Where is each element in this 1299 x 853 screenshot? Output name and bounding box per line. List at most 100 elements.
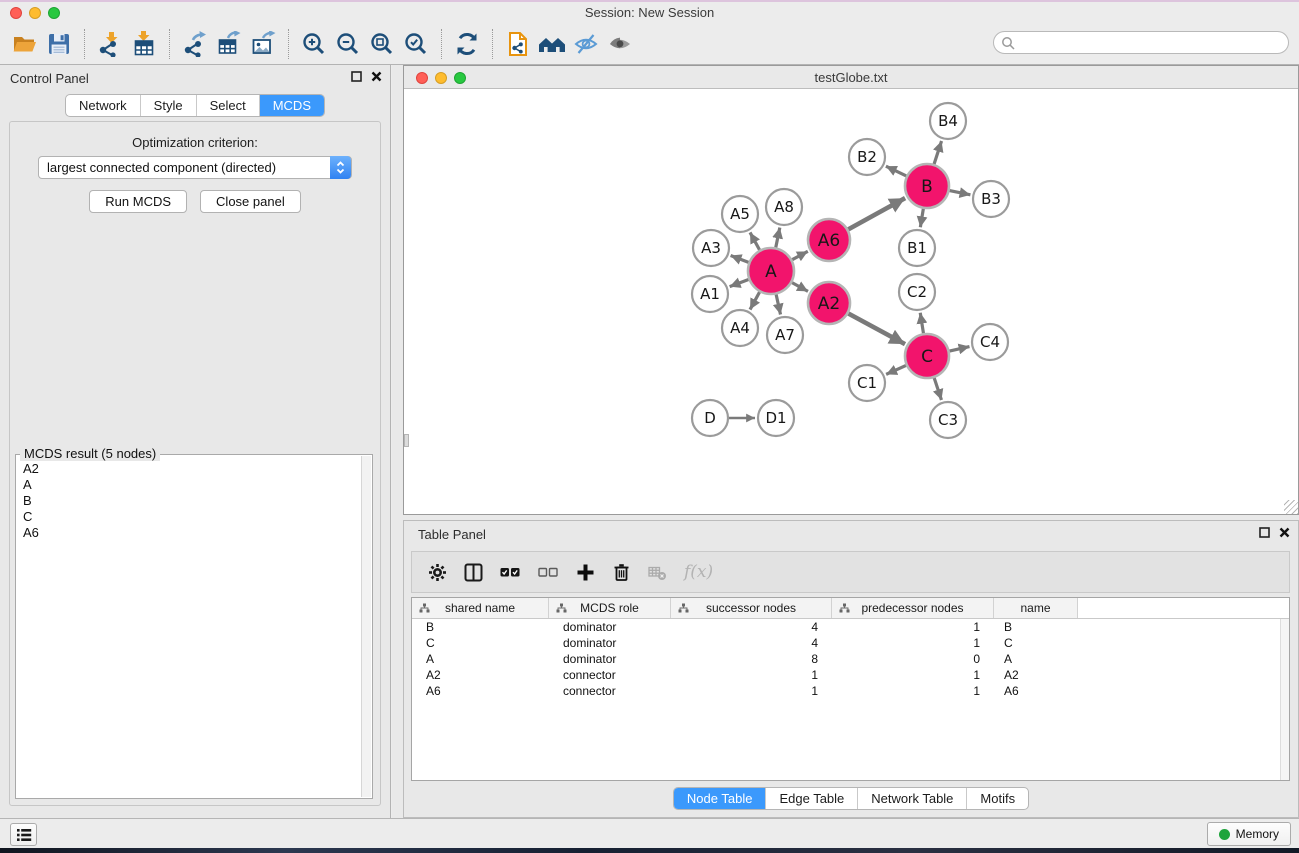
home-view-button[interactable] bbox=[535, 27, 569, 61]
graph-node-A5[interactable]: A5 bbox=[722, 196, 758, 232]
graph-node-B1[interactable]: B1 bbox=[899, 230, 935, 266]
tab-network[interactable]: Network bbox=[66, 95, 140, 116]
column-header-predecessor-nodes[interactable]: predecessor nodes bbox=[832, 598, 994, 618]
graph-edge-B-B3[interactable] bbox=[950, 191, 971, 195]
save-session-button[interactable] bbox=[42, 27, 76, 61]
zoom-selected-button[interactable] bbox=[399, 27, 433, 61]
tab-select[interactable]: Select bbox=[196, 95, 259, 116]
import-network-button[interactable] bbox=[93, 27, 127, 61]
table-row[interactable]: Bdominator41B bbox=[412, 619, 1289, 635]
delete-column-icon[interactable] bbox=[612, 562, 631, 582]
column-header-MCDS-role[interactable]: MCDS role bbox=[549, 598, 671, 618]
column-view-icon[interactable] bbox=[464, 563, 483, 582]
settings-gear-icon[interactable] bbox=[428, 563, 447, 582]
result-list-scrollbar[interactable] bbox=[361, 456, 371, 797]
search-input[interactable] bbox=[1019, 36, 1288, 50]
table-row[interactable]: A2connector11A2 bbox=[412, 667, 1289, 683]
open-session-file-button[interactable] bbox=[501, 27, 535, 61]
graph-node-A4[interactable]: A4 bbox=[722, 310, 758, 346]
open-session-button[interactable] bbox=[8, 27, 42, 61]
network-window-titlebar[interactable]: testGlobe.txt bbox=[404, 66, 1298, 89]
export-network-button[interactable] bbox=[178, 27, 212, 61]
graph-node-C1[interactable]: C1 bbox=[849, 365, 885, 401]
graph-edge-B-B4[interactable] bbox=[934, 141, 941, 164]
graph-edge-A-A3[interactable] bbox=[731, 256, 749, 263]
table-scrollbar[interactable] bbox=[1280, 619, 1289, 780]
graph-edge-A-A6[interactable] bbox=[792, 251, 808, 259]
graph-node-A3[interactable]: A3 bbox=[693, 230, 729, 266]
zoom-in-button[interactable] bbox=[297, 27, 331, 61]
export-table-button[interactable] bbox=[212, 27, 246, 61]
node-table[interactable]: shared nameMCDS rolesuccessor nodesprede… bbox=[411, 597, 1290, 781]
minimize-window-button[interactable] bbox=[29, 7, 41, 19]
task-history-button[interactable] bbox=[10, 823, 37, 846]
export-image-button[interactable] bbox=[246, 27, 280, 61]
zoom-fit-button[interactable] bbox=[365, 27, 399, 61]
tab-motifs[interactable]: Motifs bbox=[966, 788, 1028, 809]
graph-node-B2[interactable]: B2 bbox=[849, 139, 885, 175]
graph-edge-A-A1[interactable] bbox=[730, 279, 749, 286]
graph-node-A[interactable]: A bbox=[748, 248, 794, 294]
zoom-out-button[interactable] bbox=[331, 27, 365, 61]
hide-panels-button[interactable] bbox=[569, 27, 603, 61]
float-panel-icon[interactable] bbox=[1259, 527, 1270, 538]
network-canvas[interactable]: AA1A3A4A5A7A8A6A2BB1B2B3B4CC1C2C3C4DD1 bbox=[404, 89, 1298, 514]
search-box[interactable] bbox=[993, 31, 1289, 54]
create-column-icon[interactable] bbox=[576, 563, 595, 582]
zoom-window-button[interactable] bbox=[48, 7, 60, 19]
table-row[interactable]: Cdominator41C bbox=[412, 635, 1289, 651]
network-zoom-button[interactable] bbox=[454, 72, 466, 84]
select-all-columns-icon[interactable] bbox=[500, 563, 521, 582]
graph-node-B[interactable]: B bbox=[905, 164, 949, 208]
graph-node-A2[interactable]: A2 bbox=[808, 282, 850, 324]
tab-style[interactable]: Style bbox=[140, 95, 196, 116]
close-panel-button[interactable]: Close panel bbox=[200, 190, 301, 213]
graph-edge-C-C3[interactable] bbox=[934, 378, 941, 400]
graph-edge-C-C1[interactable] bbox=[886, 365, 906, 374]
close-panel-icon[interactable] bbox=[371, 71, 382, 82]
graph-node-C2[interactable]: C2 bbox=[899, 274, 935, 310]
graph-node-B4[interactable]: B4 bbox=[930, 103, 966, 139]
criterion-select[interactable]: largest connected component (directed) bbox=[38, 156, 352, 179]
float-panel-icon[interactable] bbox=[351, 71, 362, 82]
function-builder-icon[interactable]: f(x) bbox=[684, 562, 713, 582]
column-header-shared-name[interactable]: shared name bbox=[412, 598, 549, 618]
mcds-result-list[interactable]: A2ABCA6 bbox=[17, 461, 360, 797]
graph-node-C3[interactable]: C3 bbox=[930, 402, 966, 438]
result-list-item[interactable]: A2 bbox=[17, 461, 360, 477]
delete-table-icon[interactable] bbox=[648, 564, 667, 581]
graph-node-C[interactable]: C bbox=[905, 334, 949, 378]
run-mcds-button[interactable]: Run MCDS bbox=[89, 190, 187, 213]
close-panel-icon[interactable] bbox=[1279, 527, 1290, 538]
graph-edge-A-A2[interactable] bbox=[792, 283, 808, 292]
graph-edge-A-A4[interactable] bbox=[750, 292, 760, 309]
result-list-item[interactable]: C bbox=[17, 509, 360, 525]
graph-edge-A-A5[interactable] bbox=[750, 232, 760, 249]
graph-node-D[interactable]: D bbox=[692, 400, 728, 436]
apply-layout-button[interactable] bbox=[450, 27, 484, 61]
graph-edge-C-C4[interactable] bbox=[949, 347, 969, 351]
graph-node-B3[interactable]: B3 bbox=[973, 181, 1009, 217]
memory-button[interactable]: Memory bbox=[1207, 822, 1291, 846]
show-panels-button[interactable] bbox=[603, 27, 637, 61]
graph-node-D1[interactable]: D1 bbox=[758, 400, 794, 436]
result-list-item[interactable]: A6 bbox=[17, 525, 360, 541]
tab-mcds[interactable]: MCDS bbox=[259, 95, 324, 116]
result-list-item[interactable]: A bbox=[17, 477, 360, 493]
graph-edge-A2-C[interactable] bbox=[848, 313, 905, 344]
close-window-button[interactable] bbox=[10, 7, 22, 19]
table-row[interactable]: A6connector11A6 bbox=[412, 683, 1289, 699]
graph-node-A7[interactable]: A7 bbox=[767, 317, 803, 353]
network-minimize-button[interactable] bbox=[435, 72, 447, 84]
graph-node-C4[interactable]: C4 bbox=[972, 324, 1008, 360]
tab-network-table[interactable]: Network Table bbox=[857, 788, 966, 809]
graph-edge-B-B1[interactable] bbox=[920, 209, 923, 228]
graph-edge-A-A8[interactable] bbox=[776, 228, 780, 248]
graph-node-A8[interactable]: A8 bbox=[766, 189, 802, 225]
column-header-name[interactable]: name bbox=[994, 598, 1078, 618]
import-table-button[interactable] bbox=[127, 27, 161, 61]
graph-edge-C-C2[interactable] bbox=[920, 313, 923, 334]
graph-edge-A6-B[interactable] bbox=[848, 198, 905, 229]
result-list-item[interactable]: B bbox=[17, 493, 360, 509]
table-row[interactable]: Adominator80A bbox=[412, 651, 1289, 667]
